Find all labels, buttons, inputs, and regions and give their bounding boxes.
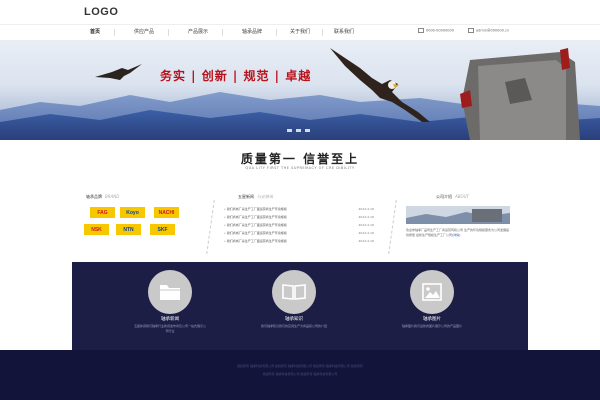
news-item-text: 我们商城厂房生产工厂面运营商生产环境规模: [226, 231, 287, 235]
about-more-link[interactable]: [详情]: [452, 233, 460, 237]
nav-divider: [222, 29, 223, 36]
hero-banner[interactable]: 务实 | 创新 | 规范 | 卓越: [0, 40, 600, 140]
nav-item-contact[interactable]: 联系我们: [334, 28, 354, 35]
email-contact: admin@000000.cn: [468, 28, 509, 33]
feature-knowledge-title[interactable]: 轴承知识: [254, 316, 334, 322]
feature-pictures-circle[interactable]: [410, 270, 454, 314]
brands-heading: 轴承品牌 BRAND: [86, 194, 119, 200]
brand-logo-ntn[interactable]: NTN: [116, 224, 141, 235]
feature-knowledge-circle[interactable]: [272, 270, 316, 314]
book-icon: [282, 284, 306, 300]
logo[interactable]: LOGO: [84, 6, 118, 18]
news-heading: 五星新闻 行业快讯: [238, 194, 273, 200]
news-item[interactable]: • 我们商城厂房生产工厂面运营商生产环境规模 2012-3-10: [224, 239, 374, 243]
nav-divider: [322, 29, 323, 36]
brands-title: 轴承品牌: [86, 194, 102, 199]
feature-news-title[interactable]: 轴承新闻: [130, 316, 210, 322]
nav-item-products[interactable]: 产品展示: [188, 28, 208, 35]
news-item-date: 2012-3-10: [358, 207, 374, 211]
brand-logo-skf[interactable]: SKF: [150, 224, 175, 235]
section-subtitle: QUA LITY FIRST THE SUPREMACY OF CRE DIBI…: [245, 166, 355, 170]
company-photo[interactable]: [406, 206, 510, 224]
news-item[interactable]: • 我们商城厂房生产工厂面运营商生产环境规模 2012-3-10: [224, 223, 374, 227]
feature-knowledge-desc: 我们轴承知识我们的应用生产为商品和公司的介绍: [260, 324, 327, 328]
about-title-en: ABOUT: [455, 194, 469, 199]
top-nav: 首页 供应产品 产品展示 轴承品牌 关于我们 联系我们 0000-0000000…: [0, 24, 600, 41]
about-heading: 公司介绍 ABOUT: [436, 194, 469, 200]
nav-divider: [168, 29, 169, 36]
news-title: 五星新闻: [238, 194, 254, 199]
news-item-date: 2012-3-10: [358, 231, 374, 235]
nav-divider: [276, 29, 277, 36]
news-item-text: 我们商城厂房生产工厂面运营商生产环境规模: [226, 207, 287, 211]
nav-item-brands[interactable]: 轴承品牌: [242, 28, 262, 35]
brands-title-en: BRAND: [105, 194, 120, 199]
nav-item-about[interactable]: 关于我们: [290, 28, 310, 35]
brand-logo-nachi[interactable]: NACHI: [154, 207, 179, 218]
phone-contact: 0000-00000000: [418, 28, 454, 33]
picture-icon: [422, 283, 442, 301]
news-item[interactable]: • 我们商城厂房生产工厂面运营商生产环境规模 2012-3-10: [224, 231, 374, 235]
carousel-dot[interactable]: [296, 129, 301, 132]
footer-line: 版权所有 轴承科技有限公司 版权所有 轴承科技有限公司 版权所有 轴承科技有限公…: [237, 364, 363, 368]
column-divider: [206, 200, 215, 254]
feature-pictures-title[interactable]: 轴承图片: [392, 316, 472, 322]
banner-slogan: 务实 | 创新 | 规范 | 卓越: [160, 69, 312, 83]
brand-logo-koyo[interactable]: Koyo: [120, 207, 145, 218]
folder-icon: [160, 285, 180, 300]
brand-logo-fag[interactable]: FAG: [90, 207, 115, 218]
news-item[interactable]: • 我们商城厂房生产工厂面运营商生产环境规模 2012-3-10: [224, 207, 374, 211]
carousel-dot[interactable]: [287, 129, 292, 132]
phone-icon: [418, 28, 424, 33]
mail-icon: [468, 28, 474, 33]
nav-item-supply[interactable]: 供应产品: [134, 28, 154, 35]
column-divider: [388, 200, 397, 254]
about-title: 公司介绍: [436, 194, 452, 199]
news-item-text: 我们商城厂房生产工厂面运营商生产环境规模: [226, 215, 287, 219]
footer: 版权所有 轴承科技有限公司 版权所有 轴承科技有限公司 版权所有 轴承科技有限公…: [0, 350, 600, 400]
email-address: admin@000000.cn: [476, 28, 510, 33]
footer-line: 版权所有 轴承科技有限公司 版权所有 轴承科技有限公司: [262, 372, 338, 376]
news-item[interactable]: • 我们商城厂房生产工厂面运营商生产环境规模 2012-3-10: [224, 215, 374, 219]
feature-news-desc: 五星新闻我们轴承行业新闻发布商及公司一站式展示公司行业: [134, 324, 207, 333]
nav-item-home[interactable]: 首页: [90, 28, 100, 35]
banner-image: [0, 40, 600, 140]
news-item-text: 我们商城厂房生产工厂面运营商生产环境规模: [226, 239, 287, 243]
nav-divider: [114, 29, 115, 36]
phone-number: 0000-00000000: [426, 28, 454, 33]
feature-pictures-desc: 轴承图片我们最新的图片展示公司的产品图片: [401, 324, 462, 328]
section-title: 质量第一 信誉至上: [240, 152, 360, 166]
news-title-en: 行业快讯: [257, 194, 273, 199]
news-item-date: 2012-3-10: [358, 239, 374, 243]
news-item-text: 我们商城厂房生产工厂面运营商生产环境规模: [226, 223, 287, 227]
carousel-dot[interactable]: [305, 129, 310, 132]
news-item-date: 2012-3-10: [358, 223, 374, 227]
about-text: 欢迎你轴承厂品司生产工厂商运营司和公司 生产的环境规模服务为公司发展提供质量 最…: [406, 228, 510, 237]
brand-logo-nsk[interactable]: NSK: [84, 224, 109, 235]
news-item-date: 2012-3-10: [358, 215, 374, 219]
feature-news-circle[interactable]: [148, 270, 192, 314]
